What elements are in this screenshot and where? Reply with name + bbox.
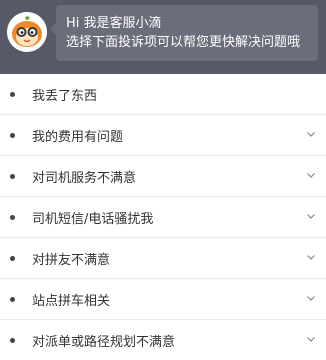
greeting-line-1: Hi 我是客服小滴 <box>66 16 162 31</box>
chat-header: Hi 我是客服小滴 选择下面投诉项可以帮您更快解决问题哦 <box>0 0 326 74</box>
bullet-icon <box>10 133 15 138</box>
orange-mascot-icon <box>7 12 47 52</box>
chevron-down-icon <box>307 337 315 342</box>
chevron-down-icon <box>307 255 315 260</box>
greeting-bubble: Hi 我是客服小滴 选择下面投诉项可以帮您更快解决问题哦 <box>50 5 318 61</box>
complaint-item-label: 站点拼车相关 <box>32 294 111 309</box>
complaint-item-driver-harassment[interactable]: 司机短信/电话骚扰我 <box>0 197 326 238</box>
complaint-item-label: 对拼友不满意 <box>32 253 111 268</box>
complaint-item-label: 我丢了东西 <box>32 89 98 104</box>
complaint-item-carpool-partner[interactable]: 对拼友不满意 <box>0 238 326 279</box>
complaint-item-lost-item[interactable]: 我丢了东西 <box>0 74 326 115</box>
complaint-item-label: 对派单或路径规划不满意 <box>32 335 176 350</box>
chevron-down-icon <box>307 214 315 219</box>
complaint-item-label: 对司机服务不满意 <box>32 171 137 186</box>
greeting-line-2: 选择下面投诉项可以帮您更快解决问题哦 <box>66 35 301 50</box>
complaint-item-dispatch-route[interactable]: 对派单或路径规划不满意 <box>0 320 326 360</box>
complaint-list: 我丢了东西 我的费用有问题 对司机服务不满意 司机短信/电话骚扰我 对拼友不满意… <box>0 74 326 360</box>
complaint-item-label: 我的费用有问题 <box>32 130 124 145</box>
bullet-icon <box>10 338 15 343</box>
bullet-icon <box>10 297 15 302</box>
bullet-icon <box>10 92 15 97</box>
bullet-icon <box>10 174 15 179</box>
chevron-down-icon <box>307 296 315 301</box>
complaint-item-driver-service[interactable]: 对司机服务不满意 <box>0 156 326 197</box>
assistant-avatar <box>7 12 47 52</box>
chevron-down-icon <box>307 132 315 137</box>
complaint-item-fare-issue[interactable]: 我的费用有问题 <box>0 115 326 156</box>
bullet-icon <box>10 256 15 261</box>
complaint-item-station-carpool[interactable]: 站点拼车相关 <box>0 279 326 320</box>
chevron-down-icon <box>307 173 315 178</box>
bullet-icon <box>10 215 15 220</box>
complaint-item-label: 司机短信/电话骚扰我 <box>32 212 154 227</box>
